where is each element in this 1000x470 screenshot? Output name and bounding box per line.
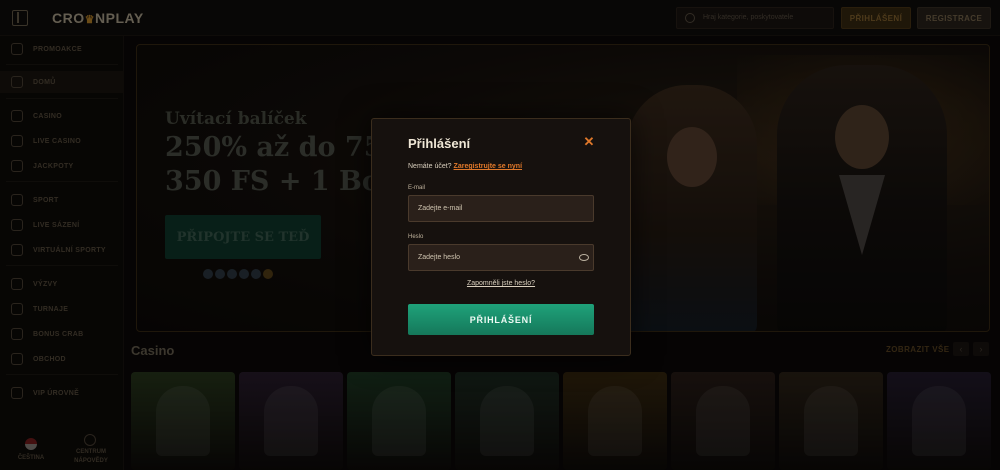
password-field[interactable]: Zadejte heslo bbox=[408, 244, 594, 271]
password-label: Heslo bbox=[408, 234, 424, 240]
app-root: CRO♛NPLAY Hraj kategorie, poskytovatele … bbox=[0, 0, 1000, 470]
email-field[interactable]: Zadejte e-mail bbox=[408, 195, 594, 222]
password-placeholder: Zadejte heslo bbox=[418, 254, 461, 261]
close-icon[interactable]: ✕ bbox=[582, 135, 596, 149]
email-placeholder: Zadejte e-mail bbox=[418, 205, 463, 212]
no-account-label: Nemáte účet? bbox=[408, 163, 452, 170]
no-account-text: Nemáte účet? Zaregistrujte se nyní bbox=[408, 163, 522, 170]
modal-title: Přihlášení bbox=[408, 136, 471, 151]
register-link[interactable]: Zaregistrujte se nyní bbox=[454, 163, 522, 170]
email-label: E-mail bbox=[408, 185, 426, 191]
login-submit-button[interactable]: PŘIHLÁŠENÍ bbox=[408, 304, 594, 335]
forgot-password-link[interactable]: Zapomněli jste heslo? bbox=[372, 280, 630, 287]
eye-icon[interactable] bbox=[579, 254, 589, 261]
login-modal: Přihlášení ✕ Nemáte účet? Zaregistrujte … bbox=[371, 118, 631, 356]
